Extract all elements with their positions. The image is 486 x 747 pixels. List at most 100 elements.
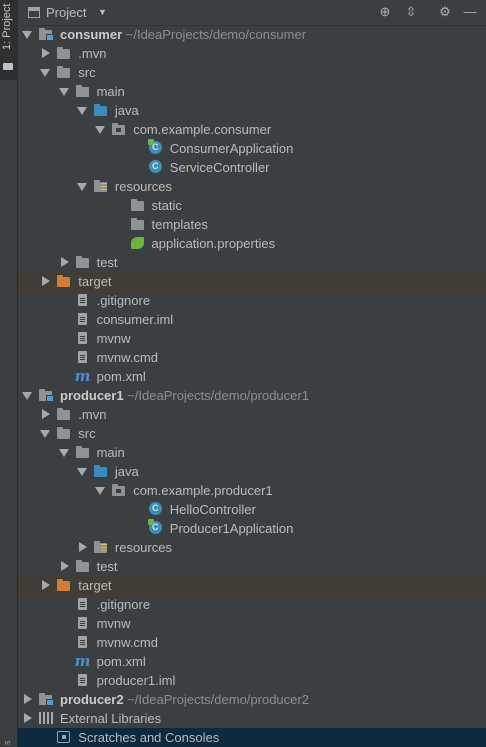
tree-row[interactable]: consumer.iml: [18, 310, 486, 329]
folder-icon: [130, 217, 146, 232]
module-folder-icon: [38, 27, 54, 42]
tree-row[interactable]: com.example.consumer: [18, 120, 486, 139]
collapse-arrow-icon[interactable]: [60, 257, 69, 267]
tree-row[interactable]: m pom.xml: [18, 367, 486, 386]
collapse-arrow-icon[interactable]: [24, 694, 32, 704]
tree-item-name: target: [78, 274, 112, 289]
tree-item-label: mvnw: [97, 330, 131, 347]
tree-row[interactable]: C Producer1Application: [18, 519, 486, 538]
tree-row[interactable]: producer1 ~/IdeaProjects/demo/producer1: [18, 386, 486, 405]
tree-item-label: .mvn: [78, 45, 106, 62]
tree-row[interactable]: mvnw: [18, 329, 486, 348]
gear-icon[interactable]: ⚙: [436, 3, 454, 21]
tree-row[interactable]: target: [18, 272, 486, 291]
tree-item-name: .mvn: [78, 407, 107, 422]
module-path: ~/IdeaProjects/demo/consumer: [125, 27, 307, 42]
expand-arrow-icon[interactable]: [95, 126, 106, 134]
tree-row[interactable]: .mvn: [18, 405, 486, 424]
tree-row[interactable]: test: [18, 557, 486, 576]
tree-row[interactable]: C ConsumerApplication: [18, 139, 486, 158]
tree-row[interactable]: consumer ~/IdeaProjects/demo/consumer: [18, 25, 486, 44]
tree-item-label: resources: [115, 539, 172, 556]
tree-row[interactable]: resources: [18, 538, 486, 557]
tree-row[interactable]: C HelloController: [18, 500, 486, 519]
tree-row[interactable]: src: [18, 63, 486, 82]
tree-row[interactable]: External Libraries: [18, 709, 486, 728]
tree-item-label: .gitignore: [97, 292, 150, 309]
tree-item-label: java: [115, 463, 139, 480]
source-folder-icon: [93, 464, 109, 479]
folder-icon: [130, 198, 146, 213]
collapse-arrow-icon[interactable]: [78, 542, 87, 552]
structure-tool-tab-stub[interactable]: s: [2, 731, 15, 746]
tree-row[interactable]: mvnw.cmd: [18, 348, 486, 367]
tree-row[interactable]: java: [18, 462, 486, 481]
expand-arrow-icon[interactable]: [76, 107, 87, 115]
tree-row[interactable]: java: [18, 101, 486, 120]
collapse-arrow-icon[interactable]: [60, 561, 69, 571]
collapse-arrow-icon[interactable]: [42, 276, 51, 286]
libraries-icon: [38, 711, 54, 726]
locate-icon[interactable]: ⊕: [376, 3, 394, 21]
expand-arrow-icon[interactable]: [40, 69, 51, 77]
tree-row[interactable]: main: [18, 443, 486, 462]
tree-row[interactable]: mvnw: [18, 614, 486, 633]
tree-row[interactable]: test: [18, 253, 486, 272]
collapse-arrow-icon[interactable]: [42, 409, 51, 419]
tree-item-label: producer1 ~/IdeaProjects/demo/producer1: [60, 387, 309, 404]
scratches-icon: [56, 730, 72, 745]
view-selector[interactable]: Project: [46, 5, 86, 20]
tree-item-label: consumer.iml: [97, 311, 174, 328]
tree-row[interactable]: C ServiceController: [18, 158, 486, 177]
tree-row[interactable]: .gitignore: [18, 291, 486, 310]
tree-row[interactable]: .mvn: [18, 44, 486, 63]
expand-arrow-icon[interactable]: [95, 487, 106, 495]
tree-row[interactable]: main: [18, 82, 486, 101]
tree-item-name: External Libraries: [60, 711, 162, 726]
tree-row[interactable]: com.example.producer1: [18, 481, 486, 500]
expand-arrow-icon[interactable]: [58, 88, 69, 96]
tree-row[interactable]: producer1.iml: [18, 671, 486, 690]
tree-item-name: static: [151, 198, 182, 213]
tree-row[interactable]: .gitignore: [18, 595, 486, 614]
spring-class-icon: C: [147, 139, 164, 156]
tree-row[interactable]: application.properties: [18, 234, 486, 253]
tree-row[interactable]: src: [18, 424, 486, 443]
expand-arrow-icon[interactable]: [22, 31, 32, 39]
tree-item-name: .gitignore: [96, 597, 151, 612]
tree-row[interactable]: templates: [18, 215, 486, 234]
spring-class-icon: C: [147, 519, 164, 536]
module-folder-icon: [38, 388, 54, 403]
tree-item-name: main: [96, 84, 125, 99]
folder-icon: [56, 426, 72, 441]
project-tree[interactable]: consumer ~/IdeaProjects/demo/consumer .mv…: [18, 25, 486, 747]
collapse-arrow-icon[interactable]: [42, 48, 51, 58]
expand-arrow-icon[interactable]: [40, 430, 51, 438]
file-icon: [75, 312, 91, 327]
tree-row[interactable]: resources: [18, 177, 486, 196]
tree-row[interactable]: static: [18, 196, 486, 215]
project-tool-tab[interactable]: 1: Project: [0, 0, 17, 80]
minimize-icon[interactable]: —: [461, 3, 479, 21]
tree-item-label: target: [78, 577, 111, 594]
tree-row[interactable]: Scratches and Consoles: [18, 728, 486, 747]
expand-arrow-icon[interactable]: [76, 183, 87, 191]
tree-item-name: java: [114, 464, 139, 479]
expand-arrow-icon[interactable]: [76, 468, 87, 476]
tree-item-name: mvnw: [96, 616, 131, 631]
collapse-all-icon[interactable]: ⇳: [402, 3, 420, 21]
chevron-down-icon[interactable]: ▼: [98, 7, 107, 17]
collapse-arrow-icon[interactable]: [24, 713, 32, 723]
tree-item-label: com.example.producer1: [133, 482, 272, 499]
collapse-arrow-icon[interactable]: [42, 580, 51, 590]
expand-arrow-icon[interactable]: [22, 392, 32, 400]
tree-row[interactable]: m pom.xml: [18, 652, 486, 671]
tree-item-label: HelloController: [170, 501, 256, 518]
tree-row[interactable]: mvnw.cmd: [18, 633, 486, 652]
maven-icon: m: [74, 652, 91, 670]
expand-arrow-icon[interactable]: [58, 449, 69, 457]
module-path: ~/IdeaProjects/demo/producer2: [127, 692, 309, 707]
tree-item-name: pom.xml: [96, 369, 146, 384]
tree-row[interactable]: target: [18, 576, 486, 595]
tree-row[interactable]: producer2 ~/IdeaProjects/demo/producer2: [18, 690, 486, 709]
